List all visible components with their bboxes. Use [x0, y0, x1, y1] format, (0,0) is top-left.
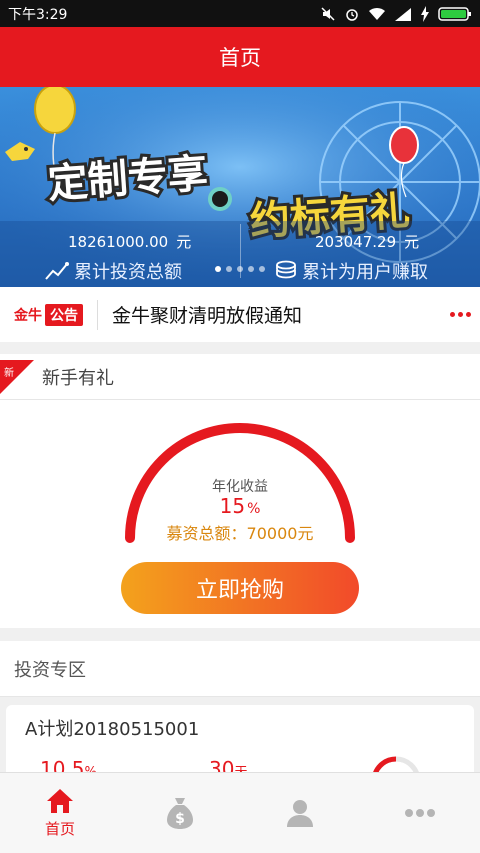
- new-badge-icon: 新: [0, 360, 34, 394]
- signal-icon: [395, 7, 411, 21]
- coins-icon: [276, 260, 296, 279]
- svg-text:新: 新: [4, 366, 14, 379]
- total-earn-amount: 203047.29 元: [315, 233, 420, 251]
- announcement-text[interactable]: 金牛聚财清明放假通知: [112, 301, 440, 328]
- rate-value: 15%: [219, 494, 261, 518]
- bottom-tab-bar: 首页 $: [0, 772, 480, 853]
- mute-icon: [321, 6, 335, 21]
- total-earn-label-row: 累计为用户赚取: [274, 258, 428, 284]
- status-time: 下午3:29: [8, 6, 68, 23]
- page-title: 首页: [219, 46, 261, 70]
- section-header: 新 新手有礼: [0, 354, 480, 400]
- product-name: A计划20180515001: [25, 719, 200, 740]
- announcement-bar[interactable]: 金牛 公告 金牛聚财清明放假通知: [0, 287, 480, 342]
- total-invest-label-row: 累计投资总额: [44, 258, 182, 284]
- svg-text:$: $: [175, 811, 185, 827]
- buy-now-button[interactable]: 立即抢购: [121, 562, 359, 614]
- tab-invest[interactable]: $: [120, 773, 240, 853]
- more-icon[interactable]: [440, 312, 480, 317]
- tab-home-label: 首页: [44, 820, 75, 838]
- more-dots-icon: [405, 809, 435, 817]
- rate-label: 年化收益: [212, 479, 268, 495]
- money-bag-icon: $: [167, 798, 193, 829]
- wifi-icon: [369, 7, 385, 20]
- invest-zone-header: 投资专区: [0, 641, 480, 697]
- trend-chart-icon: [45, 262, 69, 280]
- app-screen: 下午3:29 首页 定制专享 约标有礼 18261000.00 元 累计投资总额…: [0, 0, 480, 853]
- carousel-dot[interactable]: [226, 266, 232, 272]
- tab-home[interactable]: 首页: [0, 773, 120, 853]
- charging-icon: [421, 5, 429, 22]
- status-bar: 下午3:29: [0, 0, 480, 27]
- app-header: 首页: [0, 27, 480, 87]
- announcement-divider: [97, 299, 98, 330]
- carousel-dot[interactable]: [259, 266, 265, 272]
- newbie-gift-section: 新 新手有礼 年化收益 15% 募资总额：70000元 立即抢购: [0, 354, 480, 628]
- user-icon: [287, 800, 313, 827]
- fund-amount: 募资总额：70000元: [166, 524, 314, 543]
- tab-more[interactable]: [360, 773, 480, 853]
- announcement-logo: 金牛 公告: [14, 303, 83, 326]
- alarm-icon: [346, 8, 358, 21]
- total-invest-amount: 18261000.00 元: [68, 233, 192, 251]
- promo-banner[interactable]: 定制专享 约标有礼 18261000.00 元 累计投资总额 203047.29 元…: [0, 87, 480, 287]
- invest-zone-title: 投资专区: [14, 659, 86, 681]
- home-icon: [47, 789, 73, 813]
- battery-icon: [438, 6, 471, 21]
- yield-gauge: 年化收益 15% 募资总额：70000元: [120, 420, 360, 550]
- total-invest-label: 累计投资总额: [74, 262, 182, 283]
- carousel-dot[interactable]: [248, 266, 254, 272]
- section-title: 新手有礼: [42, 367, 114, 389]
- carousel-dot[interactable]: [215, 266, 221, 272]
- carousel-dot[interactable]: [237, 266, 243, 272]
- total-earn-label: 累计为用户赚取: [302, 262, 428, 283]
- carousel-dots: [215, 266, 265, 272]
- tab-account[interactable]: [240, 773, 360, 853]
